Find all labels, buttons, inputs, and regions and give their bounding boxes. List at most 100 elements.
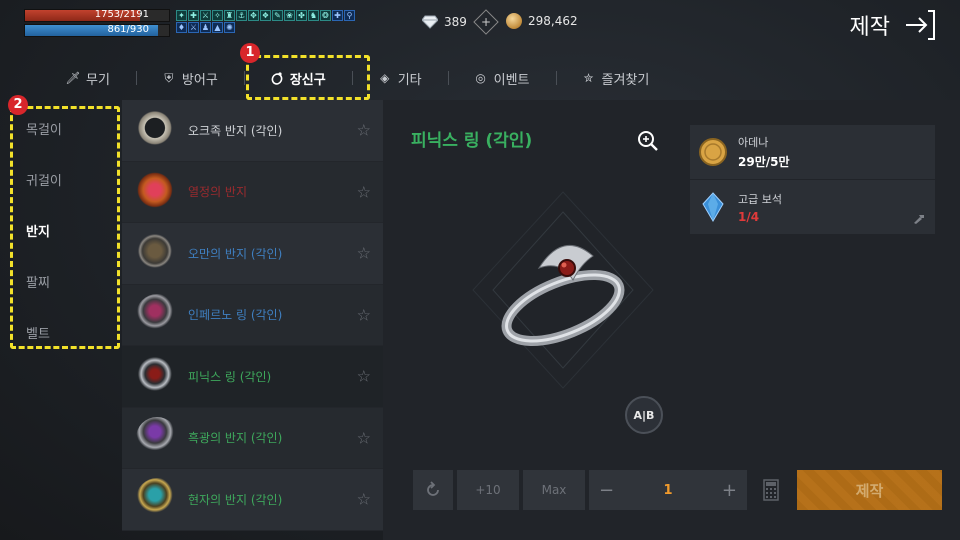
- item-detail-panel: 피닉스 링 (각인) A|B 아데나 29만/5만 고급 보석 1/4 +10 …: [383, 100, 960, 540]
- status-bars: 1753/2191 861/930: [24, 9, 170, 39]
- buff-icon[interactable]: ✥: [248, 10, 259, 21]
- buff-icon[interactable]: ⚓: [236, 10, 247, 21]
- event-icon: ◎: [475, 71, 486, 85]
- material-row[interactable]: 아데나 29만/5만: [690, 125, 935, 179]
- buff-icon[interactable]: ♞: [308, 10, 319, 21]
- material-label: 고급 보석: [738, 192, 782, 206]
- ring-thumbnail: [136, 232, 178, 275]
- reset-button[interactable]: [413, 470, 453, 510]
- crafting-screen: 1753/2191 861/930 ✦ ✚ ⚔ ✧ ♜ ⚓ ✥ ❖ ✎ ❀ ✤ …: [0, 0, 960, 540]
- favorite-star-icon[interactable]: ☆: [357, 428, 371, 447]
- buff-icon[interactable]: ✚: [332, 10, 343, 21]
- hp-text: 1753/2191: [94, 9, 149, 20]
- page-title: 제작: [849, 15, 890, 40]
- max-button[interactable]: Max: [523, 470, 585, 510]
- buff-icon[interactable]: ✚: [188, 10, 199, 21]
- exit-icon[interactable]: [904, 8, 936, 42]
- buff-icon[interactable]: ✺: [224, 22, 235, 33]
- buff-icon[interactable]: ⚲: [344, 10, 355, 21]
- buff-icon[interactable]: ♦: [176, 22, 187, 33]
- diamond-currency: 389 +: [422, 9, 499, 35]
- increment-button[interactable]: +: [722, 480, 737, 501]
- sword-icon: 🗡: [65, 71, 81, 85]
- hammer-icon[interactable]: [913, 214, 925, 224]
- add-diamond-button[interactable]: +: [473, 9, 499, 35]
- plus-ten-label: +10: [475, 483, 501, 497]
- buff-icon[interactable]: ♜: [224, 10, 235, 21]
- plus-ten-button[interactable]: +10: [457, 470, 519, 510]
- item-name: 열정의 반지: [188, 185, 248, 200]
- tab-weapon[interactable]: 🗡 무기: [40, 56, 136, 100]
- compare-button[interactable]: A|B: [625, 396, 663, 434]
- buff-icon[interactable]: ✦: [176, 10, 187, 21]
- item-name: 오크족 반지 (각인): [188, 123, 283, 138]
- material-amount: 1/4: [738, 209, 760, 224]
- buff-icon[interactable]: ❂: [320, 10, 331, 21]
- adena-currency: 298,462: [506, 13, 578, 29]
- zoom-in-icon[interactable]: [637, 130, 659, 152]
- craft-button[interactable]: 제작: [797, 470, 942, 510]
- favorite-star-icon[interactable]: ☆: [357, 121, 371, 140]
- buff-icon[interactable]: ✤: [296, 10, 307, 21]
- buff-icon[interactable]: ❖: [260, 10, 271, 21]
- item-name: 피닉스 링 (각인): [188, 369, 272, 384]
- craft-controls: +10 Max − 1 + 제작: [413, 470, 942, 510]
- buff-icon[interactable]: ✎: [272, 10, 283, 21]
- favorite-star-icon[interactable]: ☆: [357, 244, 371, 263]
- annotation-badge-1: 1: [240, 43, 260, 63]
- buff-icon[interactable]: ⚔: [200, 10, 211, 21]
- ring-thumbnail: [136, 355, 178, 398]
- list-item[interactable]: 피닉스 링 (각인) ☆: [122, 346, 383, 408]
- buff-icon[interactable]: ❀: [284, 10, 295, 21]
- buff-icon[interactable]: ⚔: [188, 22, 199, 33]
- box-icon: ◈: [380, 71, 390, 85]
- detail-item-name: 피닉스 링 (각인): [411, 131, 533, 151]
- decrement-button[interactable]: −: [599, 480, 614, 501]
- favorite-star-icon[interactable]: ☆: [357, 182, 371, 201]
- calculator-button[interactable]: [751, 470, 791, 510]
- item-name: 흑광의 반지 (각인): [188, 431, 283, 446]
- favorite-star-icon[interactable]: ☆: [357, 367, 371, 386]
- ring-thumbnail: [136, 109, 178, 152]
- tab-event[interactable]: ◎ 이벤트: [447, 56, 556, 100]
- list-item[interactable]: 흑광의 반지 (각인) ☆: [122, 407, 383, 469]
- buff-icon[interactable]: ▲: [212, 22, 223, 33]
- reset-icon: [427, 481, 439, 496]
- buff-icon[interactable]: ♟: [200, 22, 211, 33]
- favorite-star-icon[interactable]: ☆: [357, 490, 371, 509]
- adena-coin-icon: [506, 13, 522, 29]
- item-name: 인페르노 링 (각인): [188, 308, 283, 323]
- bookmark-star-icon: ✮: [583, 71, 594, 85]
- list-item[interactable]: 열정의 반지 ☆: [122, 161, 383, 223]
- mp-text: 861/930: [107, 24, 149, 35]
- diamond-amount: 389: [444, 15, 467, 29]
- list-item[interactable]: 현자의 반지 (각인) ☆: [122, 469, 383, 531]
- tab-label: 즐겨찾기: [601, 72, 650, 88]
- material-text: 고급 보석 1/4: [738, 191, 782, 224]
- subcategory-highlight-box: [10, 106, 120, 349]
- materials-list: 아데나 29만/5만 고급 보석 1/4: [690, 125, 935, 235]
- craft-button-label: 제작: [855, 481, 884, 500]
- favorite-star-icon[interactable]: ☆: [357, 305, 371, 324]
- ring-thumbnail: [136, 293, 178, 336]
- tab-label: 방어구: [181, 72, 218, 88]
- tab-favorites[interactable]: ✮ 즐겨찾기: [555, 56, 676, 100]
- adena-amount: 298,462: [528, 14, 578, 28]
- buff-icon[interactable]: ✧: [212, 10, 223, 21]
- list-item[interactable]: 오크족 반지 (각인) ☆: [122, 100, 383, 162]
- buff-icons[interactable]: ✦ ✚ ⚔ ✧ ♜ ⚓ ✥ ❖ ✎ ❀ ✤ ♞ ❂ ✚ ⚲ ♦ ⚔ ♟ ▲ ✺: [176, 10, 356, 33]
- ring-thumbnail: [136, 416, 178, 459]
- header: 제작: [850, 8, 936, 42]
- list-item[interactable]: 오만의 반지 (각인) ☆: [122, 223, 383, 285]
- list-item[interactable]: 인페르노 링 (각인) ☆: [122, 284, 383, 346]
- ring-thumbnail: [136, 170, 178, 213]
- tab-armor[interactable]: ⛨ 방어구: [135, 56, 244, 100]
- material-row[interactable]: 고급 보석 1/4: [690, 180, 935, 234]
- item-list: 오크족 반지 (각인) ☆ 열정의 반지 ☆ 오만의 반지 (각인) ☆ 인페르…: [122, 100, 383, 531]
- compare-label: A|B: [633, 408, 655, 422]
- adena-coin-icon: [699, 138, 727, 166]
- tab-label: 이벤트: [493, 72, 530, 88]
- quantity-value[interactable]: 1: [663, 483, 672, 498]
- calculator-icon: [763, 479, 779, 501]
- item-name: 오만의 반지 (각인): [188, 246, 283, 261]
